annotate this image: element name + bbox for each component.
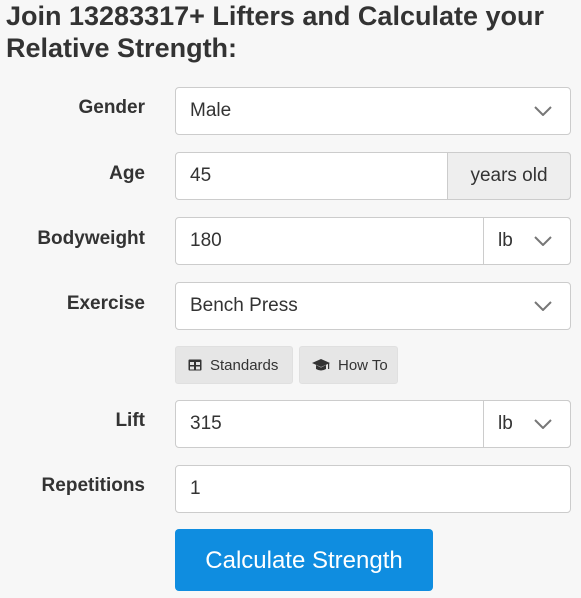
gender-select[interactable]: Male <box>175 87 571 135</box>
calculate-strength-button[interactable]: Calculate Strength <box>175 529 433 591</box>
lift-unit-select[interactable]: lb <box>483 400 571 448</box>
exercise-label: Exercise <box>66 293 145 314</box>
gender-value: Male <box>190 100 232 121</box>
age-label: Age <box>109 163 145 184</box>
bodyweight-value: 180 <box>190 230 222 251</box>
exercise-value: Bench Press <box>190 295 298 316</box>
age-input[interactable]: 45 years old <box>175 152 571 200</box>
age-unit-addon: years old <box>447 152 571 200</box>
bodyweight-label: Bodyweight <box>37 228 145 249</box>
gender-label: Gender <box>78 97 145 118</box>
chevron-down-icon <box>532 88 554 134</box>
graduation-cap-icon <box>312 358 330 370</box>
lift-value: 315 <box>190 413 222 434</box>
exercise-select[interactable]: Bench Press <box>175 282 571 330</box>
lift-input[interactable]: 315 lb <box>175 400 571 448</box>
bodyweight-unit-select[interactable]: lb <box>483 217 571 265</box>
age-value: 45 <box>190 165 212 186</box>
how-to-label: How To <box>338 356 388 374</box>
bodyweight-input[interactable]: 180 lb <box>175 217 571 265</box>
bodyweight-unit-value: lb <box>498 230 513 251</box>
repetitions-value: 1 <box>190 478 201 499</box>
chevron-down-icon <box>532 283 554 329</box>
page-title: Join 13283317+ Lifters and Calculate you… <box>6 1 544 63</box>
repetitions-label: Repetitions <box>41 475 145 496</box>
lift-unit-value: lb <box>498 413 513 434</box>
standards-button[interactable]: Standards <box>175 346 293 384</box>
how-to-button[interactable]: How To <box>299 346 398 384</box>
chevron-down-icon <box>532 401 554 447</box>
repetitions-input[interactable]: 1 <box>175 465 571 513</box>
table-icon <box>188 359 202 371</box>
lift-label: Lift <box>115 410 145 431</box>
chevron-down-icon <box>532 218 554 264</box>
standards-label: Standards <box>210 356 279 374</box>
